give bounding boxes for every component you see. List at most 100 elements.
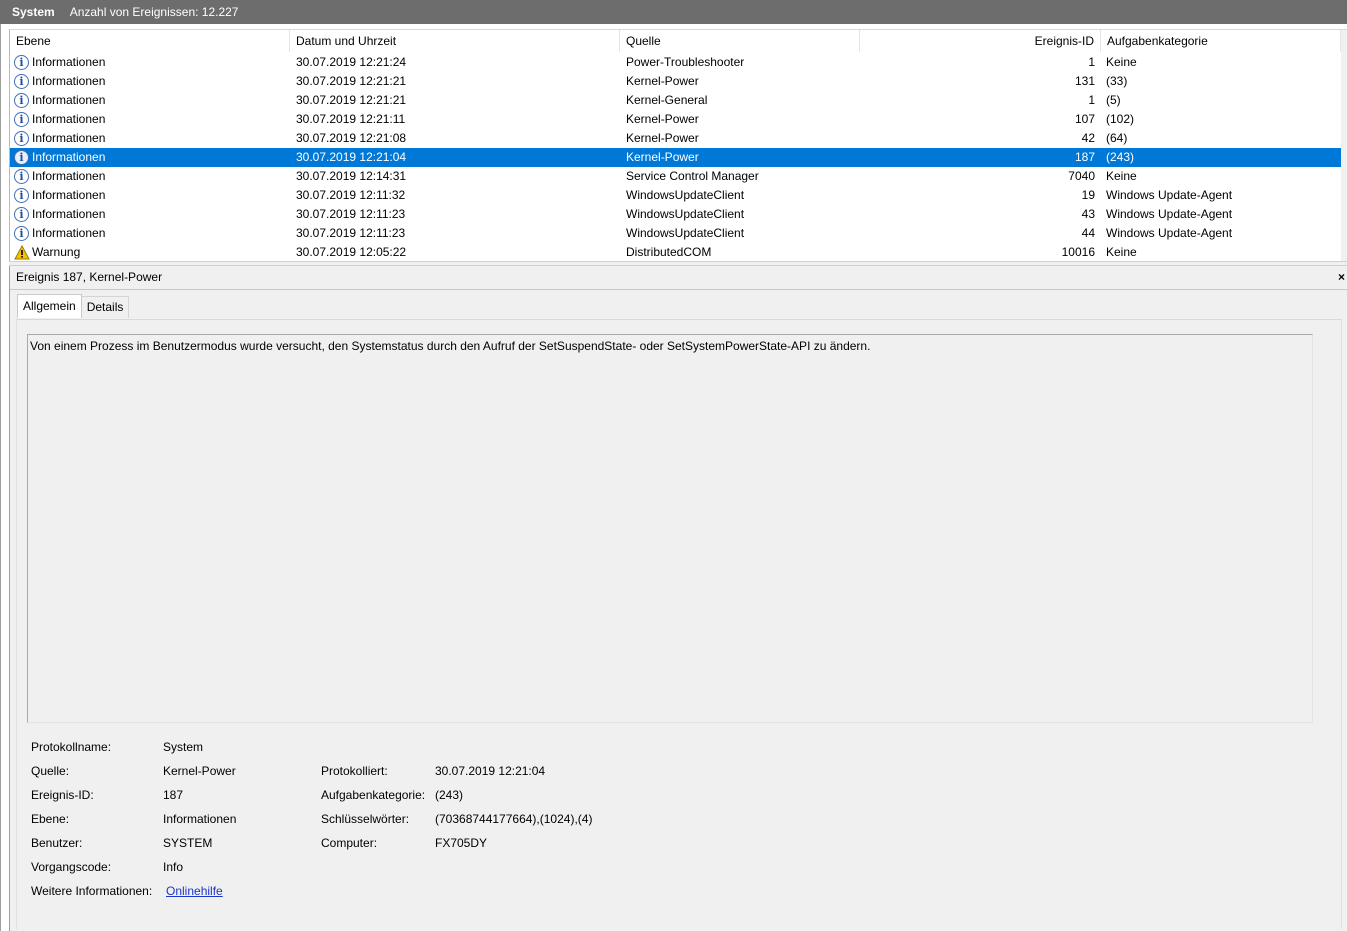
date-cell: 30.07.2019 12:21:04 [296,150,407,164]
table-row[interactable]: i Informationen 30.07.2019 12:14:31 Service… [10,167,1347,186]
event-id-cell: 19 [1081,188,1095,202]
log-name-value: System [163,740,204,754]
event-id-cell: 42 [1081,131,1095,145]
date-cell: 30.07.2019 12:11:23 [296,207,406,221]
event-id-cell: 1 [1088,55,1095,69]
level-text: Informationen [32,150,106,164]
event-list[interactable]: Ebene Datum und Uhrzeit Quelle Ereignis-… [9,29,1347,261]
source-cell: WindowsUpdateClient [626,207,745,221]
level-text: Informationen [32,131,106,145]
list-header: Ebene Datum und Uhrzeit Quelle Ereignis-… [10,30,1347,52]
level-text: Informationen [32,112,106,126]
level-text: Informationen [32,226,106,240]
computer-label: Computer: [321,836,378,850]
detail-title-text: Ereignis 187, Kernel-Power [16,270,163,284]
level-cell: Warnung [14,243,80,261]
level-cell: i Informationen [14,186,105,205]
level-text: Informationen [32,169,106,183]
info-icon: i [14,55,29,70]
user-value: SYSTEM [163,836,213,850]
table-row[interactable]: Warnung 30.07.2019 12:05:22 DistributedCOM… [10,243,1347,261]
keywords-value: (70368744177664),(1024),(4) [435,812,593,826]
source-cell: Kernel-Power [626,150,699,164]
task-cell: Windows Update-Agent [1106,188,1233,202]
level-text: Informationen [32,74,106,88]
task-cell: (5) [1106,93,1121,107]
event-id-label: Ereignis-ID: [31,788,94,802]
table-row[interactable]: i Informationen 30.07.2019 12:11:32 Windows… [10,186,1347,205]
column-header-task[interactable]: Aufgabenkategorie [1101,30,1341,52]
warning-icon [14,245,30,260]
task-cell: Windows Update-Agent [1106,226,1233,240]
source-cell: Service Control Manager [626,169,759,183]
task-cell: (33) [1106,74,1128,88]
table-row[interactable]: i Informationen 30.07.2019 12:21:04 Kernel-… [10,148,1341,167]
event-id-cell: 107 [1074,112,1095,126]
level-text: Informationen [32,93,106,107]
table-row[interactable]: i Informationen 30.07.2019 12:21:21 Kernel-… [10,72,1347,91]
tab-details[interactable]: Details [80,296,130,318]
event-count: Anzahl von Ereignissen: 12.227 [69,5,239,19]
task-cell: Keine [1106,245,1137,259]
list-scrollbar[interactable] [1341,30,1347,261]
info-icon: i [14,188,29,203]
task-cell: (102) [1106,112,1135,126]
column-header-date[interactable]: Datum und Uhrzeit [290,30,620,52]
event-detail-pane: Ereignis 187, Kernel-Power × Allgemein D… [9,266,1347,931]
task-category-label: Aufgabenkategorie: [321,788,426,802]
logged-value: 30.07.2019 12:21:04 [435,764,546,778]
opcode-label: Vorgangscode: [31,860,112,874]
info-icon: i [14,93,29,108]
table-row[interactable]: i Informationen 30.07.2019 12:11:23 Windows… [10,224,1347,243]
date-cell: 30.07.2019 12:14:31 [296,169,407,183]
log-name-title: System [12,5,55,19]
source-cell: Kernel-General [626,93,708,107]
date-cell: 30.07.2019 12:05:22 [296,245,407,259]
event-id-cell: 10016 [1061,245,1095,259]
column-header-event-id[interactable]: Ereignis-ID [860,30,1101,52]
table-row[interactable]: i Informationen 30.07.2019 12:21:24 Power-T… [10,53,1347,72]
event-id-cell: 7040 [1068,169,1095,183]
level-text: Informationen [32,55,106,69]
logged-label: Protokolliert: [321,764,388,778]
close-icon[interactable]: × [1338,266,1345,290]
column-header-source[interactable]: Quelle [620,30,860,52]
level-cell: i Informationen [14,110,105,129]
opcode-value: Info [163,860,184,874]
level-cell: i Informationen [14,72,105,91]
source-value: Kernel-Power [163,764,236,778]
table-row[interactable]: i Informationen 30.07.2019 12:11:23 Windows… [10,205,1347,224]
column-header-level[interactable]: Ebene [10,30,290,52]
level-cell: i Informationen [14,167,105,186]
level-text: Informationen [32,188,106,202]
date-cell: 30.07.2019 12:11:23 [296,226,406,240]
event-properties: Protokollname: System Quelle: Kernel-Pow… [31,740,931,920]
date-cell: 30.07.2019 12:21:21 [296,74,407,88]
date-cell: 30.07.2019 12:21:24 [296,55,407,69]
source-cell: Kernel-Power [626,131,699,145]
level-cell: i Informationen [14,224,105,243]
log-name-label: Protokollname: [31,740,112,754]
level-text: Warnung [32,245,81,259]
task-category-value: (243) [435,788,464,802]
table-row[interactable]: i Informationen 30.07.2019 12:21:11 Kernel-… [10,110,1347,129]
window-titlebar: System Anzahl von Ereignissen: 12.227 [0,0,1347,24]
event-description[interactable]: Von einem Prozess im Benutzermodus wurde… [27,334,1313,723]
level-text: Informationen [32,207,106,221]
tab-general[interactable]: Allgemein [17,294,82,318]
task-cell: Windows Update-Agent [1106,207,1233,221]
task-cell: Keine [1106,55,1137,69]
table-row[interactable]: i Informationen 30.07.2019 12:21:21 Kernel-… [10,91,1347,110]
table-row[interactable]: i Informationen 30.07.2019 12:21:08 Kernel-… [10,129,1347,148]
task-cell: Keine [1106,169,1137,183]
event-id-cell: 43 [1081,207,1095,221]
level-label: Ebene: [31,812,70,826]
more-info-label: Weitere Informationen: [31,884,153,898]
info-icon: i [14,169,29,184]
event-id-cell: 131 [1074,74,1095,88]
source-cell: WindowsUpdateClient [626,226,745,240]
event-id-value: 187 [163,788,184,802]
computer-value: FX705DY [435,836,488,850]
info-icon: i [14,112,29,127]
online-help-link[interactable]: Onlinehilfe [166,884,223,898]
